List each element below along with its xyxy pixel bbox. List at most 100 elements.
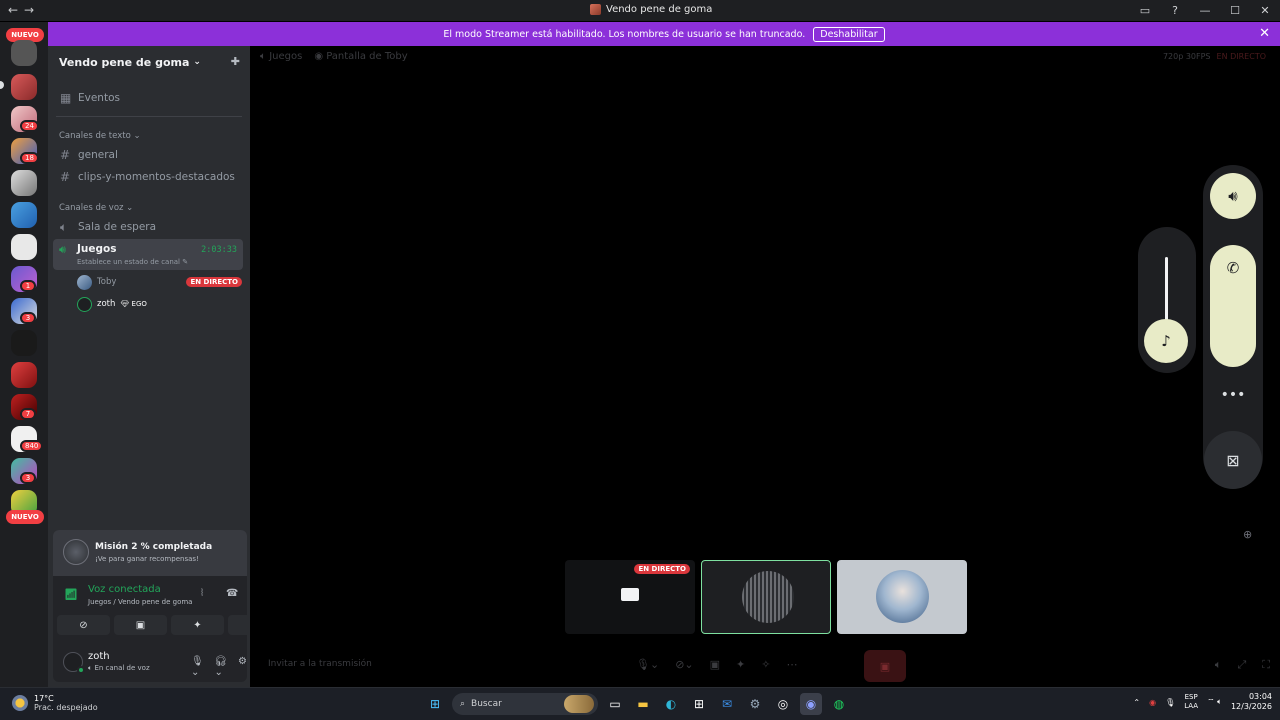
close-icon[interactable]: ✕ [1259,26,1270,41]
server-icon[interactable] [11,234,37,260]
spotify-icon[interactable]: ◍ [828,693,850,715]
screen-share-icon[interactable]: ▣ [710,658,720,671]
screen-share-icon[interactable]: ▣ [114,615,167,635]
fullscreen-icon[interactable]: ⛶ [1262,658,1270,672]
stop-share-button[interactable]: ▣ [864,650,906,682]
mention-badge: 18 [20,152,39,164]
volume-icon[interactable]: 🔈︎ [1215,658,1222,672]
chevron-up-icon[interactable]: ⌃ [1133,698,1140,707]
mail-icon[interactable]: ✉ [716,693,738,715]
server-icon [590,4,601,15]
discord-icon[interactable]: ◉ [800,693,822,715]
voice-status[interactable]: Voz conectada [88,584,161,595]
steam-icon[interactable]: ⚙ [744,693,766,715]
file-explorer-icon[interactable]: ▬ [632,693,654,715]
disable-streamer-button[interactable]: Deshabilitar [813,26,885,42]
weather-widget[interactable]: 17°C Prac. despejado [12,694,98,712]
mission-title: Misión 2 % completada [95,542,213,552]
search-highlight-image [564,695,594,713]
channel-general[interactable]: # general [53,145,243,165]
screen-share-tile[interactable]: EN DIRECTO [565,560,695,634]
participant-tile-toby[interactable] [837,560,967,634]
events-label: Eventos [78,92,120,104]
store-icon[interactable]: ⊞ [688,693,710,715]
phone-icon[interactable]: ✆ [1210,245,1256,367]
clock[interactable]: 03:04 12/3/2026 [1231,692,1272,712]
headphones-icon[interactable]: 🎧︎⌄ [215,656,230,678]
stream-stage[interactable]: 🔈︎ Juegos ◉ Pantalla de Toby 720p 30FPS … [250,46,1280,687]
text-category[interactable]: Canales de texto ⌄ [59,131,141,141]
channel-clips[interactable]: # clips-y-momentos-destacados [53,167,243,187]
chevron-down-icon: ⌄ [193,57,201,67]
server-icon[interactable] [11,40,37,66]
more-icon[interactable]: ••• [1210,385,1256,405]
volume-slider[interactable]: ♪ [1138,227,1196,373]
new-badge: NUEVO [6,510,44,524]
server-icon[interactable] [11,74,37,100]
clock-time: 03:04 [1248,692,1272,701]
minimize-button[interactable]: — [1190,0,1220,21]
nav-arrows[interactable]: ←→ [8,3,40,17]
wifi-icon[interactable]: ⌔ 🔈︎ [1207,697,1222,707]
add-member-icon[interactable]: ✚ [231,55,240,68]
language-indicator[interactable]: ESP LAA [1184,693,1198,711]
edge-icon[interactable]: ◐ [660,693,682,715]
user-name[interactable]: zoth [88,651,110,662]
inbox-icon[interactable]: ▭ [1130,0,1160,21]
camera-off-icon[interactable]: ⊘ [57,615,110,635]
voice-category[interactable]: Canales de voz ⌄ [59,203,133,213]
activities-icon[interactable]: ✦ [736,658,745,671]
server-icon[interactable] [11,202,37,228]
windows-start-icon[interactable]: ⊞ [424,693,446,715]
microphone-icon[interactable]: 🎙︎⌄ [191,656,206,678]
banner-text: El modo Streamer está habilitado. Los no… [443,28,806,40]
user-info: zoth 🔈︎ En canal de voz 🎙︎⌄ 🎧︎⌄ ⚙ [53,644,247,682]
server-icon[interactable] [11,330,37,356]
stop-stream-icon[interactable]: ⊠ [1204,431,1262,489]
stage-header: 🔈︎ Juegos ◉ Pantalla de Toby [260,51,408,62]
active-voice-channel[interactable]: 🔊︎ Juegos 2:03:33 Establece un estado de… [53,239,243,270]
channel-waiting-room[interactable]: 🔈︎ Sala de espera [53,217,243,237]
server-list: NUEVO 24 18 1 3 7 840 3 NUEVO [0,22,48,687]
activities-icon[interactable]: ✦ [171,615,224,635]
events-item[interactable]: ▦ Eventos [53,88,243,108]
participant-tile-zoth[interactable] [701,560,831,634]
stage-live: EN DIRECTO [1216,52,1266,61]
server-icon[interactable] [11,170,37,196]
more-icon[interactable]: ⋯ [786,658,797,671]
volume-track[interactable] [1165,257,1168,327]
soundboard-icon[interactable]: ✧ [761,658,770,671]
server-icon[interactable] [11,362,37,388]
stream-quality: 720p 30FPS EN DIRECTO [1163,52,1266,61]
signal-icon[interactable]: 📶︎ [64,588,78,601]
microphone-icon[interactable]: 🎙︎ [1165,698,1175,707]
popout-icon[interactable]: ⤢ [1237,658,1246,672]
camera-off-icon[interactable]: ⊘⌄ [675,658,693,671]
channel-status[interactable]: Establece un estado de canal ✎ [77,258,188,266]
channel-status-text: Establece un estado de canal [77,258,181,266]
disconnect-icon[interactable]: ☎ [226,588,238,599]
invite-to-stream[interactable]: Invitar a la transmisión [268,659,372,669]
zoom-icon[interactable]: ⊕ [1243,528,1252,541]
user-controls: 🎙︎⌄ 🎧︎⌄ ⚙ [191,656,247,678]
taskbar-search[interactable]: ⌕ Buscar [452,693,598,715]
language-code: ESP [1184,693,1198,701]
mission-card[interactable]: Misión 2 % completada ¡Ve para ganar rec… [53,530,247,576]
task-view-icon[interactable]: ▭ [604,693,626,715]
app-icon[interactable]: ◎ [772,693,794,715]
music-note-icon[interactable]: ♪ [1144,319,1188,363]
voice-user-toby[interactable]: Toby EN DIRECTO [77,273,242,291]
avatar [742,571,794,623]
microphone-icon[interactable]: 🎙︎⌄ [636,658,659,671]
voice-user-zoth[interactable]: zoth 💎︎ EGO [77,295,242,313]
tray-app-icon[interactable]: ◉ [1149,698,1156,707]
close-window-button[interactable]: ✕ [1250,0,1280,21]
help-icon[interactable]: ? [1160,0,1190,21]
maximize-button[interactable]: ☐ [1220,0,1250,21]
guild-header[interactable]: Vendo pene de goma ⌄ ✚ [48,46,250,78]
speaker-volume-icon[interactable]: 🔊︎ [1210,173,1256,219]
noise-suppression-icon[interactable]: ⦚ [201,588,203,599]
user-panel: Misión 2 % completada ¡Ve para ganar rec… [53,530,281,682]
settings-gear-icon[interactable]: ⚙ [238,656,247,678]
voice-location[interactable]: Juegos / Vendo pene de goma [88,598,192,606]
